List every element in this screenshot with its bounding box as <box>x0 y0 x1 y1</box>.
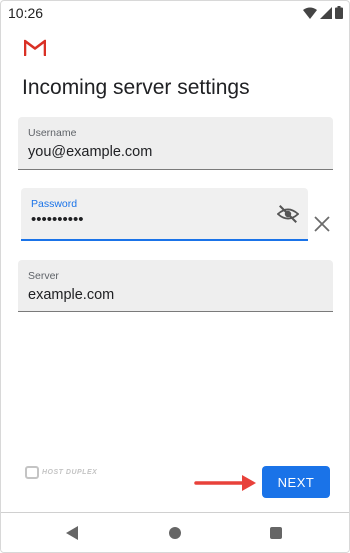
username-label: Username <box>28 127 77 139</box>
watermark: HOST DUPLEX <box>25 466 97 479</box>
password-field[interactable]: Password •••••••••• <box>21 188 308 241</box>
recents-icon[interactable] <box>270 527 282 539</box>
next-button[interactable]: NEXT <box>262 466 330 498</box>
username-field[interactable]: Username you@example.com <box>18 117 333 170</box>
home-icon[interactable] <box>169 527 181 539</box>
status-icons <box>303 6 343 19</box>
red-arrow-icon <box>194 475 256 491</box>
watermark-text: HOST DUPLEX <box>42 469 98 476</box>
navigation-bar <box>1 512 349 552</box>
watermark-logo-icon <box>25 466 39 479</box>
gmail-logo <box>24 39 46 56</box>
back-icon[interactable] <box>66 526 78 540</box>
wifi-icon <box>303 7 317 19</box>
server-label: Server <box>28 270 59 282</box>
username-value[interactable]: you@example.com <box>28 144 152 160</box>
status-time: 10:26 <box>8 5 44 21</box>
phone-screen: 10:26 Incoming server settings Username … <box>0 0 350 553</box>
visibility-off-icon[interactable] <box>277 203 299 225</box>
close-icon[interactable] <box>311 213 333 235</box>
page-title: Incoming server settings <box>22 76 250 99</box>
password-label: Password <box>31 198 78 210</box>
battery-icon <box>335 6 343 19</box>
status-bar: 10:26 <box>1 1 349 25</box>
server-field[interactable]: Server example.com <box>18 260 333 312</box>
server-value[interactable]: example.com <box>28 287 114 303</box>
signal-icon <box>320 6 332 19</box>
password-value[interactable]: •••••••••• <box>31 211 84 228</box>
